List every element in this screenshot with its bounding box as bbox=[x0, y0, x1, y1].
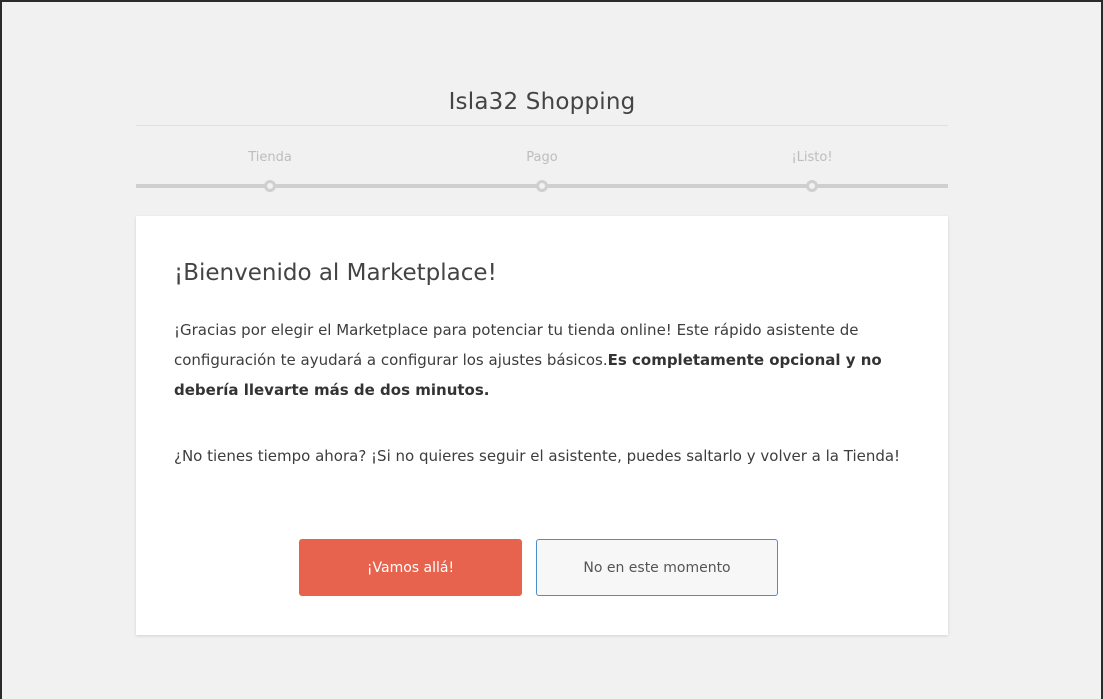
skip-paragraph: ¿No tienes tiempo ahora? ¡Si no quieres … bbox=[174, 447, 901, 465]
welcome-card: ¡Bienvenido al Marketplace! ¡Gracias por… bbox=[136, 216, 948, 635]
step-label-pago: Pago bbox=[526, 150, 558, 165]
step-dot-tienda bbox=[264, 180, 276, 192]
step-dot-pago bbox=[536, 180, 548, 192]
wizard-header: Isla32 Shopping bbox=[136, 78, 948, 126]
step-label-tienda: Tienda bbox=[248, 150, 292, 165]
lets-go-button[interactable]: ¡Vamos allá! bbox=[299, 539, 522, 596]
wizard-steps: Tienda Pago ¡Listo! bbox=[136, 142, 948, 196]
not-now-button[interactable]: No en este momento bbox=[536, 539, 778, 596]
step-dot-listo bbox=[806, 180, 818, 192]
intro-paragraph: ¡Gracias por elegir el Marketplace para … bbox=[174, 315, 924, 405]
site-title: Isla32 Shopping bbox=[448, 89, 636, 115]
setup-wizard-page: Isla32 Shopping Tienda Pago ¡Listo! ¡Bie… bbox=[0, 0, 1103, 699]
step-label-listo: ¡Listo! bbox=[791, 150, 833, 165]
welcome-title: ¡Bienvenido al Marketplace! bbox=[174, 260, 497, 286]
